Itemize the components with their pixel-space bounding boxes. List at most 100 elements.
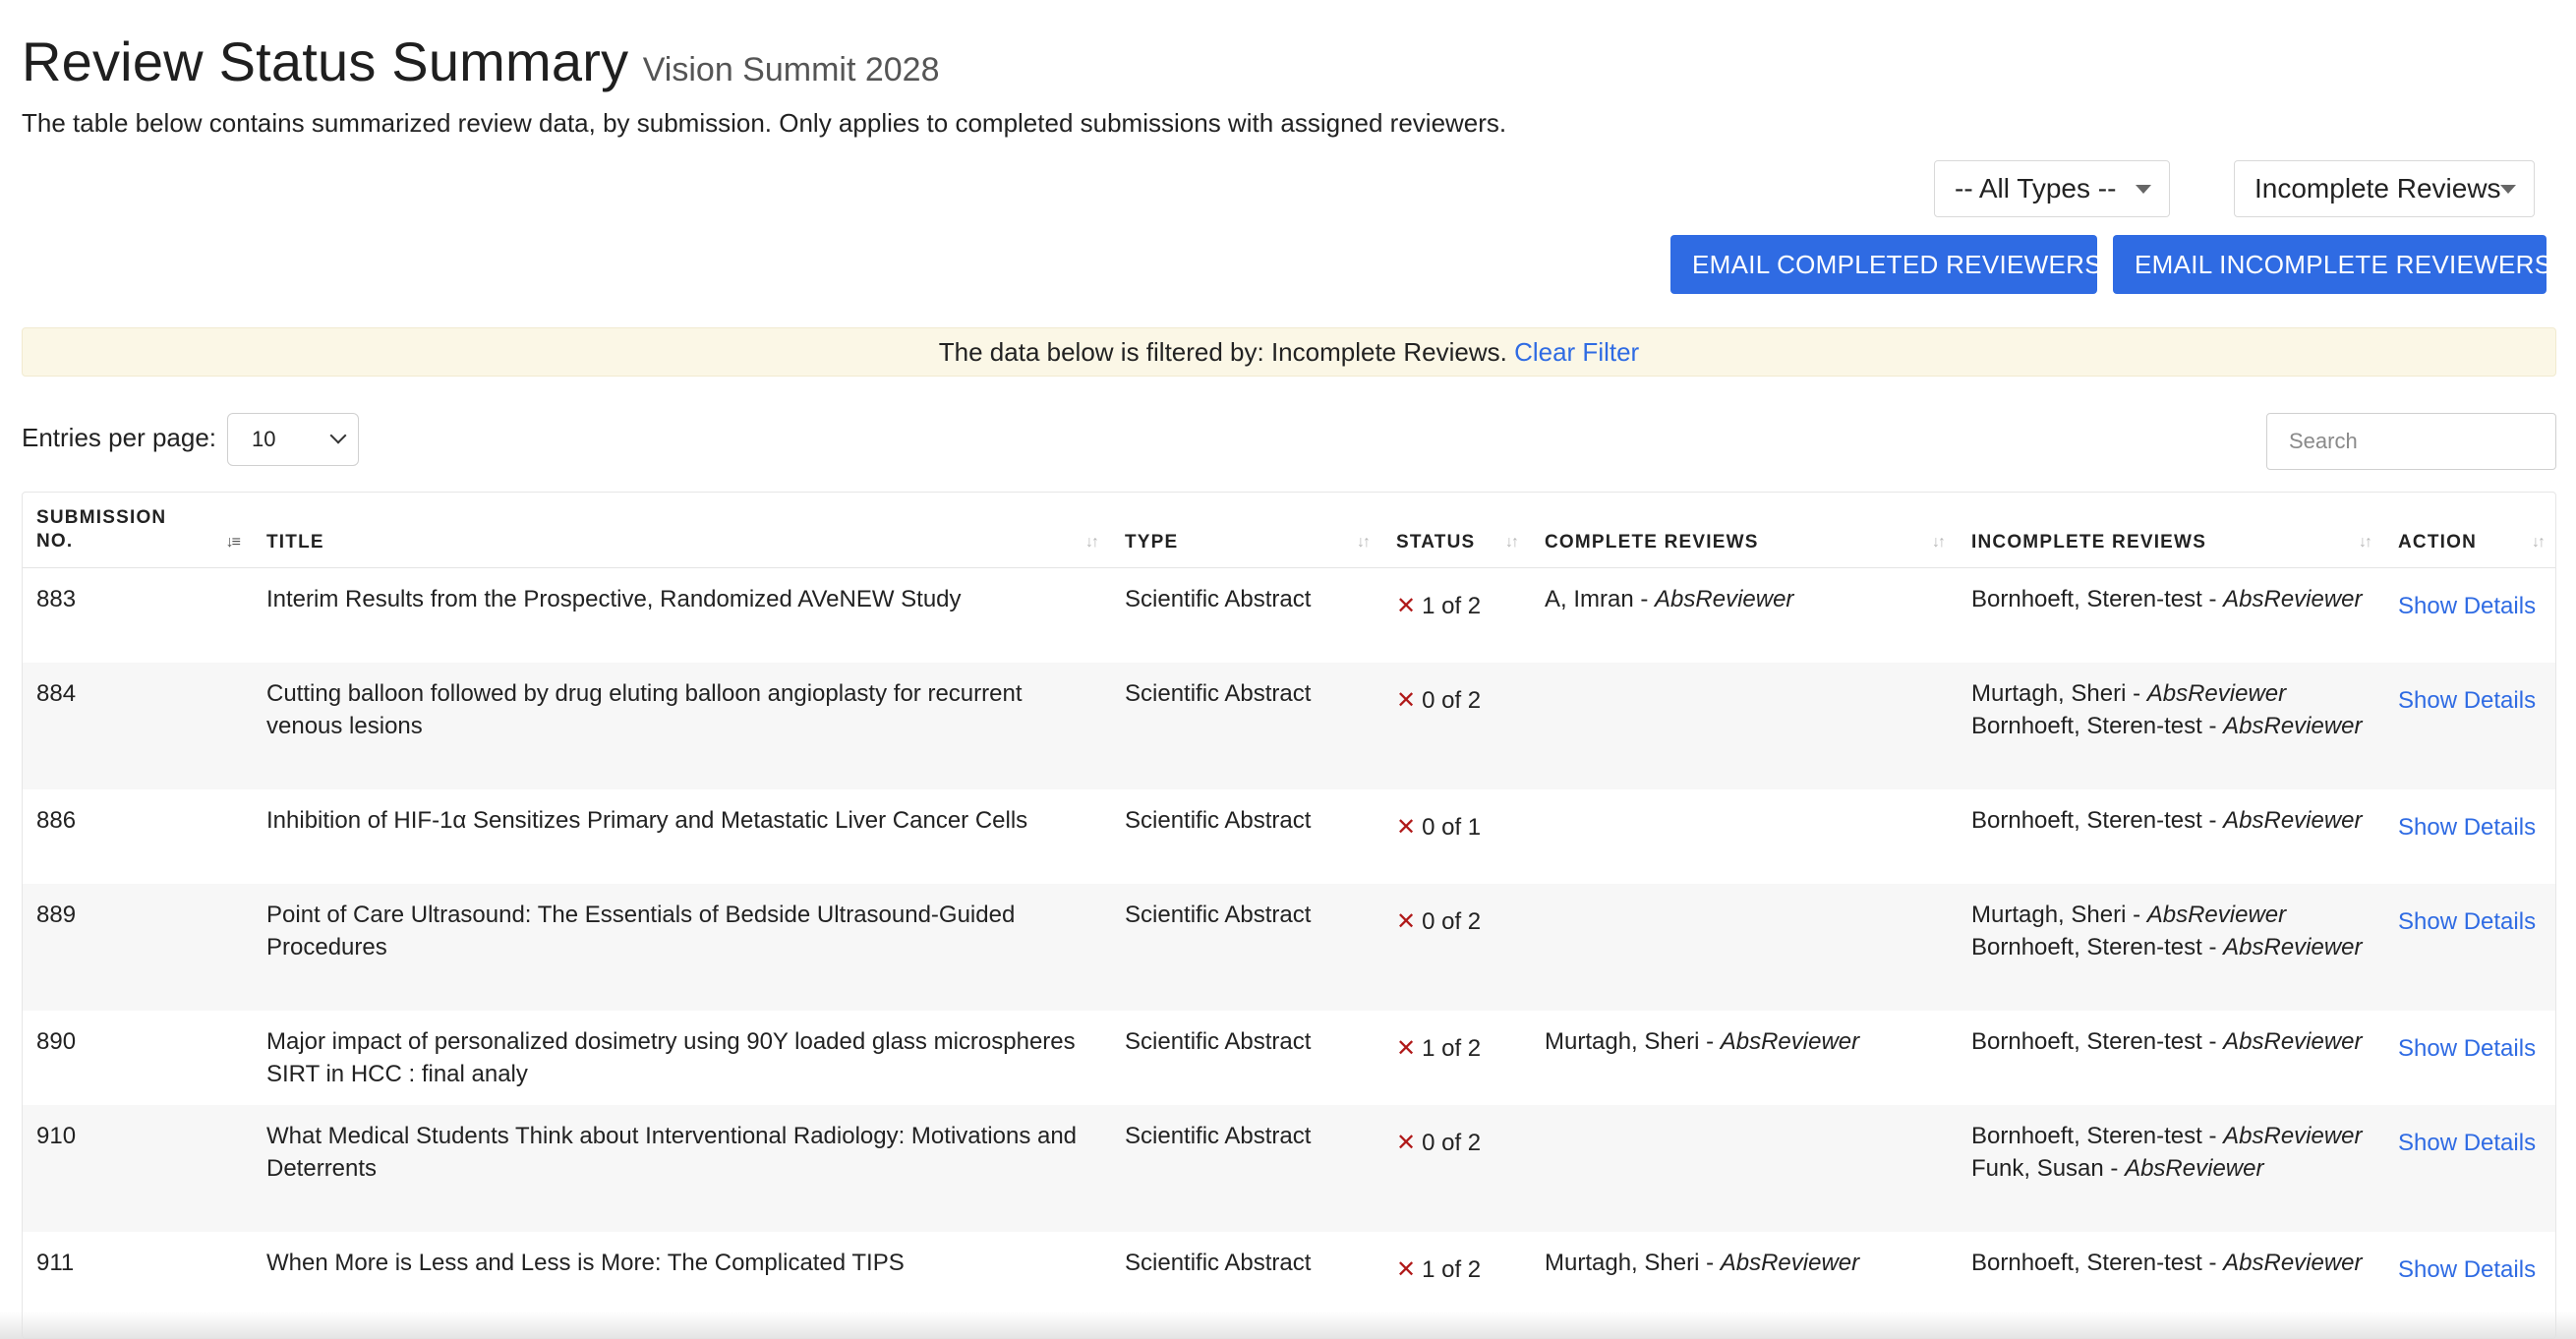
submission-type: Scientific Abstract — [1111, 662, 1382, 789]
email-incomplete-reviewers-button[interactable]: EMAIL INCOMPLETE REVIEWERS — [2113, 235, 2551, 294]
column-header-label: INCOMPLETE REVIEWS — [1971, 532, 2207, 553]
sort-descending-icon: ↓≡ — [225, 534, 241, 551]
reviewer-name: Murtagh, Sheri - — [1971, 679, 2147, 707]
reviewer-role: AbsReviewer — [2125, 1154, 2264, 1182]
chevron-down-icon — [329, 427, 347, 444]
reviewer-entry: Bornhoeft, Steren-test - AbsReviewer — [1971, 710, 2371, 742]
type-filter-select[interactable]: -- All Types -- — [1934, 160, 2170, 217]
submission-title: Interim Results from the Prospective, Ra… — [266, 586, 962, 612]
submission-type: Scientific Abstract — [1125, 806, 1312, 834]
show-details-link[interactable]: Show Details — [2398, 1035, 2536, 1062]
incomplete-reviews-cell: Bornhoeft, Steren-test - AbsReviewer — [1958, 568, 2384, 663]
column-header-title[interactable]: TITLE ↓↑ — [253, 493, 1111, 568]
submission-number: 889 — [23, 883, 253, 1011]
x-mark-icon: ✕ — [1396, 1034, 1417, 1062]
table-row: 883 Interim Results from the Prospective,… — [23, 568, 2555, 663]
reviewer-entry: Murtagh, Sheri - AbsReviewer — [1971, 677, 2371, 710]
clear-filter-link[interactable]: Clear Filter — [1514, 337, 1639, 367]
filter-banner: The data below is filtered by: Incomplet… — [22, 327, 2556, 377]
reviewer-name: Murtagh, Sheri - — [1971, 901, 2147, 928]
caret-down-icon — [2500, 185, 2516, 194]
filter-banner-text: The data below is filtered by: Incomplet… — [938, 337, 1507, 367]
submission-title: Inhibition of HIF-1α Sensitizes Primary … — [266, 806, 1028, 834]
caret-down-icon — [2136, 185, 2151, 194]
show-details-link[interactable]: Show Details — [2398, 1256, 2536, 1283]
column-header-complete-reviews[interactable]: COMPLETE REVIEWS ↓↑ — [1531, 493, 1958, 568]
complete-reviews-cell — [1531, 883, 1958, 1011]
review-status: ✕ 0 of 2 — [1382, 662, 1531, 789]
reviewer-name: Funk, Susan - — [1971, 1154, 2126, 1182]
reviewer-entry: Bornhoeft, Steren-test - AbsReviewer — [1971, 1247, 2371, 1279]
submission-type: Scientific Abstract — [1111, 1104, 1382, 1232]
reviewer-name: Bornhoeft, Steren-test - — [1971, 933, 2224, 961]
reviewer-entry: Funk, Susan - AbsReviewer — [1971, 1152, 2371, 1185]
table-row: 910 What Medical Students Think about Int… — [23, 1104, 2555, 1232]
reviewer-role: AbsReviewer — [1720, 1249, 1860, 1276]
reviewer-entry: Bornhoeft, Steren-test - AbsReviewer — [1971, 1025, 2371, 1058]
reviewer-name: Bornhoeft, Steren-test - — [1971, 1027, 2224, 1055]
review-status-count: 0 of 2 — [1422, 686, 1482, 714]
reviewer-entry: Murtagh, Sheri - AbsReviewer — [1545, 1025, 1944, 1058]
reviewer-name: Murtagh, Sheri - — [1545, 1249, 1721, 1276]
show-details-link[interactable]: Show Details — [2398, 1130, 2536, 1156]
column-header-type[interactable]: TYPE ↓↑ — [1111, 493, 1382, 568]
reviewer-role: AbsReviewer — [2223, 1122, 2363, 1149]
reviewer-role: AbsReviewer — [1720, 1027, 1860, 1055]
submission-number: 910 — [23, 1104, 253, 1232]
reviewer-role: AbsReviewer — [2223, 712, 2363, 739]
column-header-action[interactable]: ACTION ↓↑ — [2384, 493, 2555, 568]
review-status: ✕ 0 of 1 — [1382, 789, 1531, 884]
show-details-link[interactable]: Show Details — [2398, 593, 2536, 619]
entries-per-page-label: Entries per page: — [22, 423, 217, 452]
action-cell: Show Details — [2384, 568, 2555, 663]
review-status: ✕ 0 of 2 — [1382, 883, 1531, 1011]
type-filter-value: -- All Types -- — [1955, 173, 2117, 204]
reviewer-name: Bornhoeft, Steren-test - — [1971, 1122, 2224, 1149]
search-input[interactable] — [2266, 413, 2556, 470]
entries-per-page-value: 10 — [252, 427, 276, 451]
reviewer-entry: Bornhoeft, Steren-test - AbsReviewer — [1971, 583, 2371, 615]
table-row: 886 Inhibition of HIF-1α Sensitizes Prima… — [23, 789, 2555, 884]
show-details-link[interactable]: Show Details — [2398, 687, 2536, 714]
event-subtitle: Vision Summit 2028 — [642, 51, 940, 88]
table-body: 883 Interim Results from the Prospective,… — [23, 568, 2555, 1326]
review-status-filter-select[interactable]: Incomplete Reviews — [2234, 160, 2535, 217]
sort-arrows-icon: ↓↑ — [1085, 534, 1099, 551]
reviewer-role: AbsReviewer — [2223, 586, 2363, 612]
incomplete-reviews-cell: Bornhoeft, Steren-test - AbsReviewer Funk… — [1958, 1104, 2384, 1232]
column-header-incomplete-reviews[interactable]: INCOMPLETE REVIEWS ↓↑ — [1958, 493, 2384, 568]
reviewer-entry: Bornhoeft, Steren-test - AbsReviewer — [1971, 1120, 2371, 1152]
submission-type: Scientific Abstract — [1125, 1027, 1312, 1055]
incomplete-reviews-cell: Murtagh, Sheri - AbsReviewer Bornhoeft, S… — [1958, 883, 2384, 1011]
review-status-count: 1 of 2 — [1422, 1255, 1482, 1283]
reviewer-entry: Bornhoeft, Steren-test - AbsReviewer — [1971, 804, 2371, 837]
action-cell: Show Details — [2384, 789, 2555, 884]
review-status-count: 1 of 2 — [1422, 1034, 1482, 1062]
reviewer-name: Bornhoeft, Steren-test - — [1971, 1249, 2224, 1276]
page-title: Review Status Summary — [22, 30, 629, 92]
reviewer-name: Bornhoeft, Steren-test - — [1971, 806, 2224, 834]
review-status: ✕ 1 of 2 — [1382, 568, 1531, 663]
complete-reviews-cell — [1531, 662, 1958, 789]
show-details-link[interactable]: Show Details — [2398, 908, 2536, 935]
submission-number: 883 — [36, 586, 77, 612]
reviewer-entry: A, Imran - AbsReviewer — [1545, 583, 1944, 615]
table-row: 890 Major impact of personalized dosimetr… — [23, 1011, 2555, 1105]
scroll-fade — [0, 1311, 2576, 1339]
column-header-label: SUBMISSION NO. — [36, 507, 167, 552]
action-cell: Show Details — [2384, 1011, 2555, 1105]
table-row: 884 Cutting balloon followed by drug elut… — [23, 662, 2555, 789]
email-completed-reviewers-button[interactable]: EMAIL COMPLETED REVIEWERS — [1670, 235, 2102, 294]
table-header-row: SUBMISSION NO. ↓≡ TITLE ↓↑ TYPE ↓↑ STATU… — [23, 493, 2555, 568]
action-cell: Show Details — [2384, 883, 2555, 1011]
entries-per-page-select[interactable]: 10 — [227, 413, 359, 466]
review-filter-value: Incomplete Reviews — [2254, 173, 2501, 204]
column-header-status[interactable]: STATUS ↓↑ — [1382, 493, 1531, 568]
sort-arrows-icon: ↓↑ — [1505, 534, 1519, 551]
page-description: The table below contains summarized revi… — [22, 108, 1507, 138]
column-header-submission-no[interactable]: SUBMISSION NO. ↓≡ — [23, 493, 253, 568]
review-status-count: 0 of 1 — [1422, 813, 1482, 841]
show-details-link[interactable]: Show Details — [2398, 814, 2536, 841]
action-cell: Show Details — [2384, 662, 2555, 789]
table-row: 889 Point of Care Ultrasound: The Essenti… — [23, 883, 2555, 1011]
